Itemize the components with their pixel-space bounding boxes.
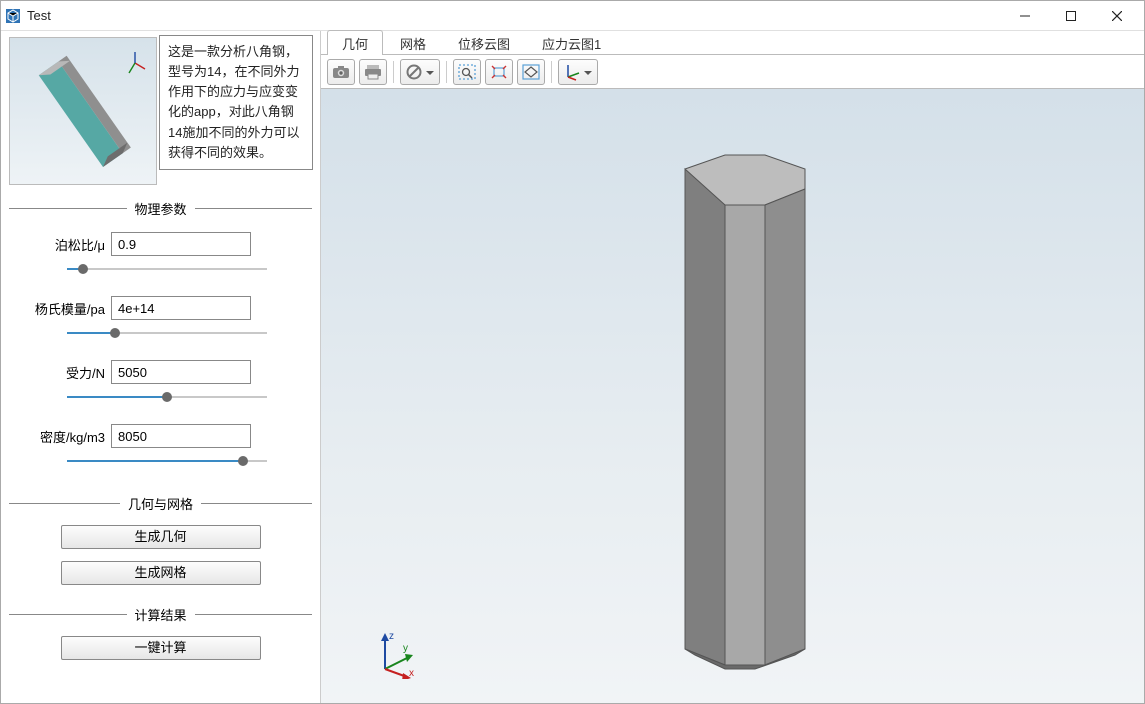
- viewport-toolbar: [321, 55, 1144, 89]
- tab-geometry[interactable]: 几何: [327, 30, 383, 55]
- force-label: 受力/N: [9, 363, 111, 382]
- arrows-out-icon: [490, 64, 508, 80]
- sidebar: 这是一款分析八角钢，型号为14，在不同外力作用下的应力与应变变化的app，对此八…: [1, 31, 321, 703]
- svg-text:z: z: [389, 631, 394, 642]
- density-input[interactable]: [111, 424, 251, 448]
- app-window: Test: [0, 0, 1145, 704]
- poisson-slider[interactable]: [67, 262, 267, 276]
- print-button[interactable]: [359, 59, 387, 85]
- young-input[interactable]: [111, 296, 251, 320]
- titlebar: Test: [1, 1, 1144, 31]
- section-geomesh: 几何与网格: [9, 494, 312, 513]
- young-label: 杨氏模量/pa: [9, 299, 111, 318]
- 3d-viewport[interactable]: z y x: [321, 89, 1144, 703]
- app-icon: [5, 8, 21, 24]
- svg-text:x: x: [409, 668, 414, 679]
- tab-mesh[interactable]: 网格: [385, 30, 441, 55]
- description-tooltip: 这是一款分析八角钢，型号为14，在不同外力作用下的应力与应变变化的app，对此八…: [159, 35, 313, 170]
- tab-displacement[interactable]: 位移云图: [443, 30, 525, 55]
- poisson-label: 泊松比/μ: [9, 235, 111, 254]
- poisson-input[interactable]: [111, 232, 251, 256]
- zoom-box-button[interactable]: [453, 59, 481, 85]
- section-physics: 物理参数: [9, 199, 312, 218]
- generate-mesh-button[interactable]: 生成网格: [61, 561, 261, 585]
- density-slider[interactable]: [67, 454, 267, 468]
- force-input[interactable]: [111, 360, 251, 384]
- axes-icon: [564, 63, 582, 81]
- no-entry-icon: [406, 64, 422, 80]
- svg-text:y: y: [403, 643, 408, 654]
- camera-icon: [332, 65, 350, 79]
- density-label: 密度/kg/m3: [9, 427, 111, 446]
- young-slider[interactable]: [67, 326, 267, 340]
- generate-geometry-button[interactable]: 生成几何: [61, 525, 261, 549]
- zoom-box-icon: [458, 64, 476, 80]
- section-result: 计算结果: [9, 605, 312, 624]
- tab-stress[interactable]: 应力云图1: [527, 30, 616, 55]
- tab-bar: 几何 网格 位移云图 应力云图1: [321, 31, 1144, 55]
- printer-icon: [364, 64, 382, 80]
- reset-view-button[interactable]: [400, 59, 440, 85]
- compute-button[interactable]: 一键计算: [61, 636, 261, 660]
- close-button[interactable]: [1094, 1, 1140, 31]
- main-area: 几何 网格 位移云图 应力云图1: [321, 31, 1144, 703]
- octagonal-model: [321, 89, 1144, 703]
- window-title: Test: [27, 8, 1002, 23]
- force-slider[interactable]: [67, 390, 267, 404]
- minimize-button[interactable]: [1002, 1, 1048, 31]
- zoom-selection-button[interactable]: [517, 59, 545, 85]
- zoom-extents-button[interactable]: [485, 59, 513, 85]
- diamond-zoom-icon: [522, 64, 540, 80]
- view-orientation-button[interactable]: [558, 59, 598, 85]
- axis-triad: z y x: [375, 629, 425, 679]
- model-thumbnail: [9, 37, 157, 185]
- maximize-button[interactable]: [1048, 1, 1094, 31]
- screenshot-button[interactable]: [327, 59, 355, 85]
